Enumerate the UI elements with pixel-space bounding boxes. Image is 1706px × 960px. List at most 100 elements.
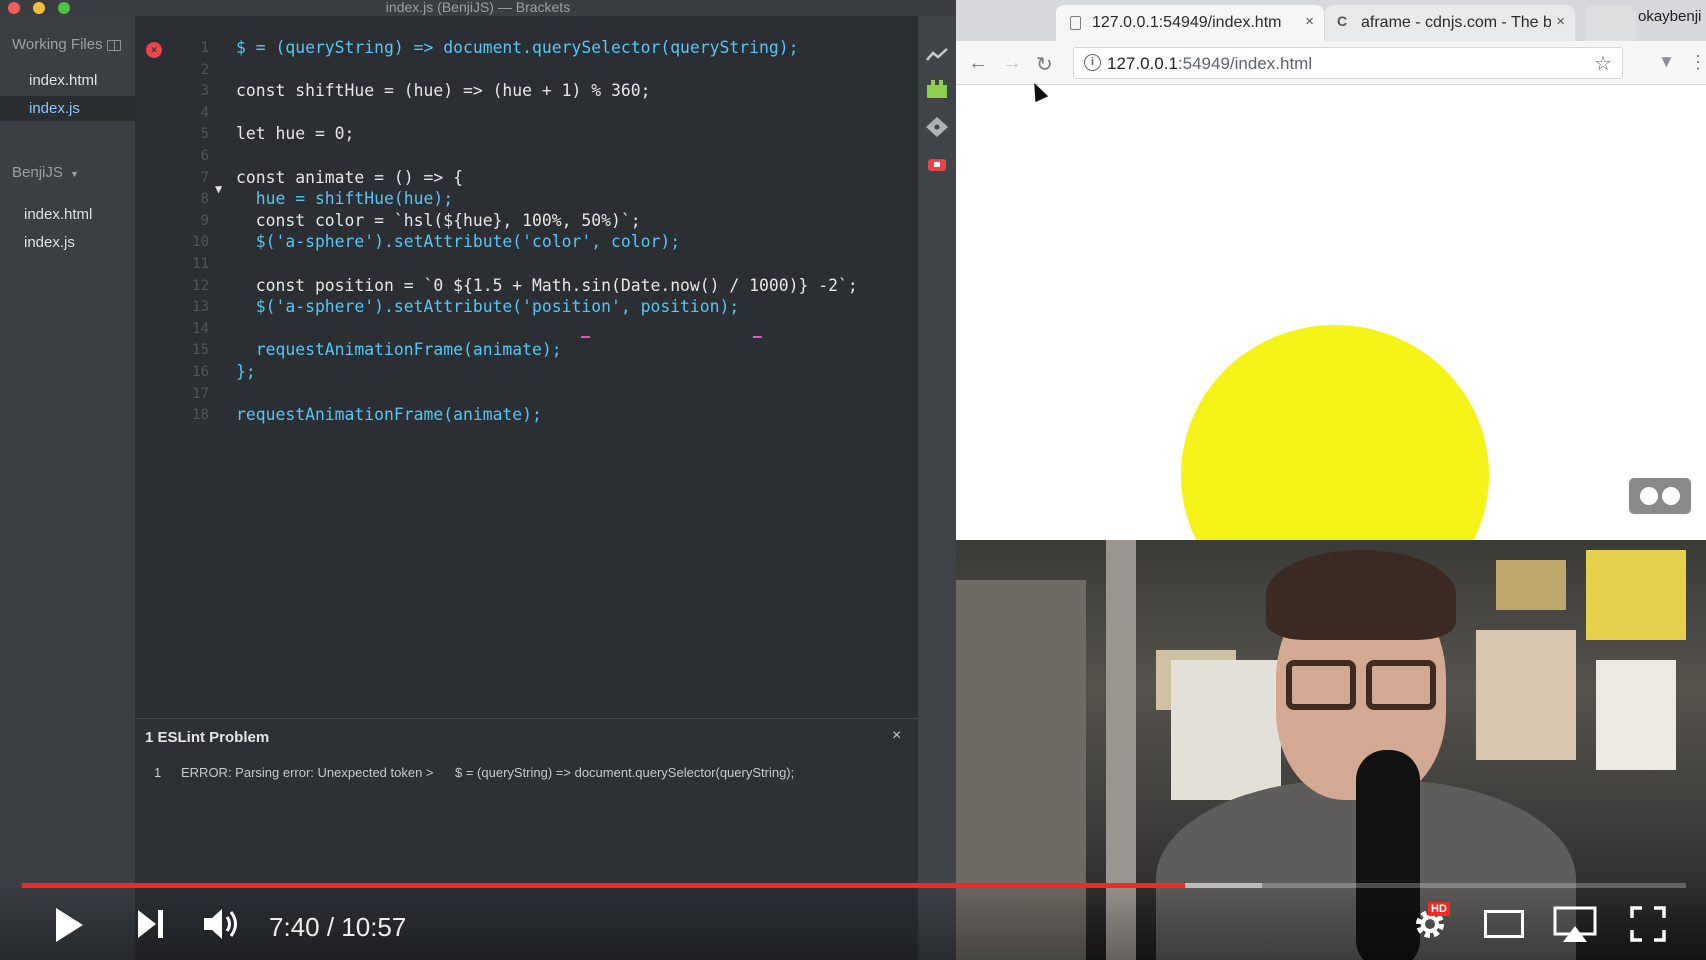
browser-window: 127.0.0.1:54949/index.html × C aframe - … <box>956 0 1706 540</box>
video-controls: 7:40 / 10:57 HD <box>0 888 1706 960</box>
line-number: 3 <box>200 83 209 100</box>
url-path: :54949/index.html <box>1177 54 1313 73</box>
line-number: 17 <box>192 385 209 402</box>
close-icon[interactable]: × <box>1556 13 1565 30</box>
lint-row-message[interactable]: ERROR: Parsing error: Unexpected token > <box>181 765 434 780</box>
reload-icon[interactable]: ↻ <box>1036 52 1053 77</box>
live-preview-icon[interactable] <box>925 44 949 66</box>
code-line[interactable]: const animate = () => { <box>236 167 463 189</box>
tab-cdnjs[interactable]: C aframe - cdnjs.com - The b × <box>1325 5 1575 41</box>
tab-title: aframe - cdnjs.com - The b <box>1361 14 1551 31</box>
bookmark-star-icon[interactable]: ☆ <box>1594 51 1612 76</box>
forward-arrow-icon[interactable]: → <box>1002 52 1022 75</box>
play-icon[interactable] <box>56 908 83 942</box>
line-number: 4 <box>200 104 209 121</box>
chevron-down-icon[interactable]: ▼ <box>70 169 79 179</box>
code-editor[interactable]: ✕ ▼ 1 2 3 4 5 6 7 8 9 10 11 12 13 14 15 16 17 18 $ = (que… <box>135 16 955 718</box>
glasses-lens-left <box>1286 660 1356 710</box>
line-number: 7 <box>200 169 209 186</box>
volume-icon[interactable] <box>202 906 242 942</box>
time-display: 7:40 / 10:57 <box>269 912 407 942</box>
code-line[interactable]: requestAnimationFrame(animate); <box>236 404 542 426</box>
a-sphere <box>1181 325 1489 540</box>
next-icon[interactable] <box>138 910 164 938</box>
extension-icon[interactable]: ▼ <box>1658 52 1675 72</box>
project-file-index-js[interactable]: index.js <box>0 230 135 255</box>
working-file-index-js[interactable]: index.js <box>0 96 135 121</box>
line-number: 18 <box>192 407 209 424</box>
line-number: 2 <box>200 61 209 78</box>
bracket-match-mark <box>581 336 590 338</box>
project-dropdown[interactable]: BenjiJS <box>12 164 63 181</box>
cdnjs-icon: C <box>1337 13 1348 29</box>
toolbar: ← → ↻ i 127.0.0.1:54949/index.html ☆ ▼ ⋮ <box>956 41 1706 85</box>
wall-poster <box>1476 630 1576 760</box>
lint-row-code[interactable]: $ = (queryString) => document.querySelec… <box>455 765 794 780</box>
tab-localhost[interactable]: 127.0.0.1:54949/index.html × <box>1056 5 1324 41</box>
code-line[interactable]: $('a-sphere').setAttribute('position', p… <box>236 296 740 318</box>
line-number: 14 <box>192 320 209 337</box>
eslint-panel-title: 1 ESLint Problem <box>145 729 270 746</box>
code-line[interactable]: const position = `0 ${1.5 + Math.sin(Dat… <box>236 275 858 297</box>
working-files-label: Working Files <box>12 36 103 53</box>
line-number: 11 <box>192 256 209 272</box>
vr-mode-button[interactable] <box>1629 478 1691 514</box>
brackets-window: index.js (BenjiJS) — Brackets Working Fi… <box>0 0 956 960</box>
airplay-icon[interactable] <box>1553 906 1597 944</box>
address-bar[interactable]: i 127.0.0.1:54949/index.html ☆ <box>1073 47 1623 79</box>
url-host: 127.0.0.1 <box>1107 54 1178 73</box>
line-number: 5 <box>200 126 209 143</box>
wall-poster <box>1586 550 1686 640</box>
git-icon[interactable] <box>925 116 949 138</box>
wall-poster <box>1596 660 1676 770</box>
url-text[interactable]: 127.0.0.1:54949/index.html <box>1107 54 1312 74</box>
code-line[interactable]: }; <box>236 361 256 383</box>
code-line[interactable]: hue = shiftHue(hue); <box>236 188 453 210</box>
code-line[interactable]: $('a-sphere').setAttribute('color', colo… <box>236 231 680 253</box>
page-icon <box>1070 16 1081 30</box>
working-file-index-html[interactable]: index.html <box>0 68 135 93</box>
line-number: 9 <box>200 212 209 229</box>
fullscreen-icon[interactable] <box>1630 906 1666 942</box>
fold-toggle-icon[interactable]: ▼ <box>215 182 222 196</box>
wall-poster <box>1496 560 1566 610</box>
tab-strip: 127.0.0.1:54949/index.html × C aframe - … <box>956 0 1706 41</box>
bracket-match-mark <box>753 336 762 338</box>
line-number: 6 <box>200 148 209 164</box>
window-title: index.js (BenjiJS) — Brackets <box>385 0 571 15</box>
line-number: 1 <box>200 40 209 56</box>
brackets-titlebar: index.js (BenjiJS) — Brackets <box>0 0 956 16</box>
line-number: 13 <box>192 299 209 316</box>
theater-icon[interactable] <box>1484 910 1524 938</box>
profile-button[interactable]: okaybenji <box>1638 8 1701 25</box>
code-line[interactable]: requestAnimationFrame(animate); <box>236 339 562 361</box>
page-viewport[interactable] <box>956 85 1706 540</box>
wall-poster <box>1171 660 1281 800</box>
beautify-icon[interactable] <box>925 154 949 176</box>
tab-title: 127.0.0.1:54949/index.html <box>1092 14 1282 31</box>
file-sidebar: Working Files index.html index.js BenjiJ… <box>0 16 135 960</box>
brackets-right-toolbar <box>918 16 956 960</box>
project-file-index-html[interactable]: index.html <box>0 202 135 227</box>
line-number: 16 <box>192 364 209 380</box>
code-line[interactable]: let hue = 0; <box>236 123 354 145</box>
close-icon[interactable]: × <box>892 727 901 745</box>
presenter-hair <box>1266 550 1456 640</box>
glasses-lens-right <box>1366 660 1436 710</box>
hd-badge: HD <box>1428 902 1450 916</box>
line-number: 10 <box>192 234 209 251</box>
code-line[interactable]: const color = `hsl(${hue}, 100%, 50%)`; <box>236 210 641 232</box>
menu-icon[interactable]: ⋮ <box>1689 52 1706 73</box>
line-number: 8 <box>200 191 209 208</box>
code-line[interactable]: const shiftHue = (hue) => (hue + 1) % 36… <box>236 80 650 102</box>
line-number: 15 <box>192 342 209 359</box>
info-icon[interactable]: i <box>1084 54 1101 71</box>
new-tab-button[interactable] <box>1586 5 1636 41</box>
line-number: 12 <box>192 277 209 294</box>
close-icon[interactable]: × <box>1305 13 1314 30</box>
split-view-icon[interactable] <box>107 40 121 51</box>
extension-manager-icon[interactable] <box>925 78 949 100</box>
code-line[interactable]: $ = (queryString) => document.querySelec… <box>236 37 798 59</box>
back-arrow-icon[interactable]: ← <box>968 52 988 75</box>
lint-row-line-number[interactable]: 1 <box>154 765 161 780</box>
